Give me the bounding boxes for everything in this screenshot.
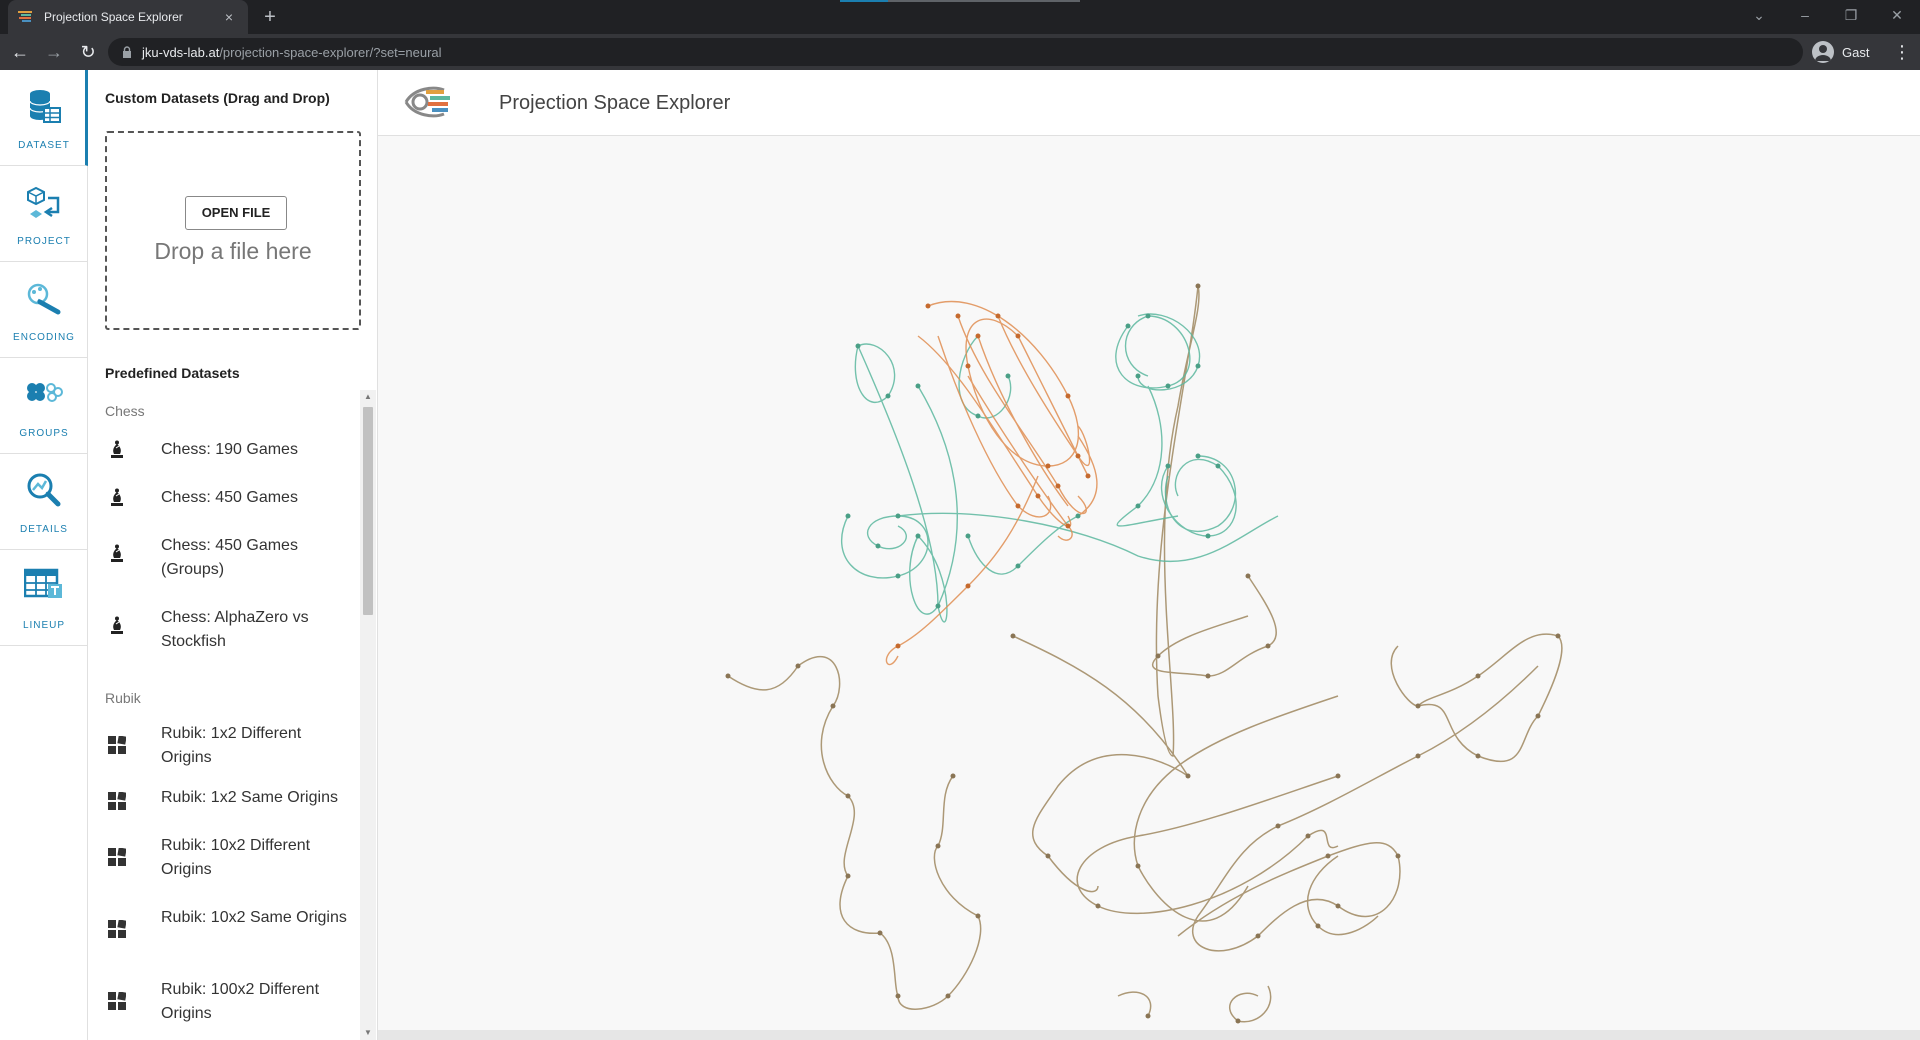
scrollbar-thumb[interactable] (363, 407, 373, 615)
url-host: jku-vds-lab.at (142, 44, 220, 60)
chess-bishop-icon (111, 616, 123, 634)
dataset-item-label: Rubik: 100x2 Different Origins (161, 981, 320, 1022)
olive-trajectory (727, 285, 1563, 1023)
dataset-item-label: Rubik: 1x2 Same Origins (161, 789, 338, 806)
custom-datasets-heading: Custom Datasets (Drag and Drop) (105, 90, 330, 106)
projection-canvas[interactable] (378, 136, 1920, 1040)
lock-icon (123, 46, 131, 58)
teal-trajectory (841, 313, 1279, 623)
rubik-cube-icon (108, 848, 126, 866)
dataset-item[interactable]: Rubik: 100x2 Different Origins (88, 974, 360, 1030)
app-header: Projection Space Explorer (378, 70, 1920, 136)
forward-icon[interactable]: → (40, 38, 68, 66)
minimize-icon[interactable]: – (1782, 0, 1828, 34)
nav-label: GROUPS (19, 428, 69, 439)
profile-name: Gast (1842, 44, 1870, 60)
dataset-item-label: Rubik: 10x2 Different Origins (161, 837, 311, 878)
dataset-item-label: Rubik: 1x2 Different Origins (161, 725, 302, 766)
scroll-down-icon[interactable]: ▼ (360, 1026, 376, 1040)
address-bar[interactable]: jku-vds-lab.at/projection-space-explorer… (108, 38, 1803, 66)
dataset-item-label: Rubik: 10x2 Same Origins (161, 909, 347, 926)
lineup-icon (24, 568, 62, 598)
nav-item-dataset[interactable]: DATASET (0, 70, 88, 166)
close-window-icon[interactable]: ✕ (1874, 0, 1920, 34)
dataset-item[interactable]: Chess: 450 Games (88, 482, 360, 522)
dataset-item-label: Chess: 450 Games (161, 489, 298, 506)
new-tab-button[interactable]: + (258, 5, 282, 29)
dataset-group-heading: Rubik (105, 690, 141, 706)
encoding-icon (27, 283, 61, 315)
nav-label: DATASET (18, 140, 70, 151)
window-controls: ⌄ – ❐ ✕ (1736, 0, 1920, 34)
dataset-item[interactable]: Chess: AlphaZero vs Stockfish (88, 602, 360, 658)
dataset-item-label: Chess: 450 Games (Groups) (161, 537, 298, 578)
dataset-icon (29, 90, 61, 123)
browser-tab[interactable]: Projection Space Explorer × (8, 0, 248, 34)
rubik-cube-icon (108, 920, 126, 938)
dataset-group-heading: Chess (105, 403, 145, 419)
dataset-item[interactable]: Chess: 450 Games (Groups) (88, 530, 360, 586)
dataset-item[interactable]: Rubik: 10x2 Same Origins (88, 902, 360, 958)
orange-trajectory (885, 300, 1098, 666)
nav-item-encoding[interactable]: ENCODING (0, 262, 88, 358)
details-icon (27, 473, 61, 507)
project-icon (27, 186, 60, 218)
page-title: Projection Space Explorer (499, 92, 731, 114)
dataset-list: Chess Chess: 190 Games Chess: 450 Games … (88, 390, 360, 1040)
dataset-item-label: Chess: 190 Games (161, 441, 298, 458)
canvas-horizontal-scrollbar[interactable] (378, 1030, 1920, 1040)
nav-item-details[interactable]: DETAILS (0, 454, 88, 550)
drop-hint: Drop a file here (154, 238, 312, 264)
app-favicon-icon (18, 11, 32, 22)
dataset-item[interactable]: Rubik: 1x2 Same Origins (88, 782, 360, 822)
dataset-list-scrollbar[interactable]: ▲ ▼ (360, 390, 376, 1040)
close-tab-icon[interactable]: × (220, 9, 238, 25)
tab-indicator (840, 0, 888, 2)
projection-plot[interactable] (378, 136, 1920, 1030)
nav-label: PROJECT (17, 236, 71, 247)
nav-label: ENCODING (13, 332, 75, 343)
rubik-cube-icon (108, 736, 126, 754)
groups-icon (27, 383, 63, 402)
browser-menu-icon[interactable]: ⋮ (1890, 38, 1914, 66)
rubik-cube-icon (108, 792, 126, 810)
browser-toolbar: ← → ↻ jku-vds-lab.at/projection-space-ex… (0, 34, 1920, 70)
predefined-datasets-heading: Predefined Datasets (105, 365, 240, 381)
nav-item-project[interactable]: PROJECT (0, 166, 88, 262)
chess-bishop-icon (111, 544, 123, 562)
tab-indicator (888, 0, 1080, 2)
nav-item-lineup[interactable]: LINEUP (0, 550, 88, 646)
nav-label: LINEUP (22, 620, 66, 631)
tab-search-icon[interactable]: ⌄ (1736, 0, 1782, 34)
nav-rail: DATASET PROJECT ENCODING GROUPS DETAILS … (0, 70, 88, 1040)
browser-tab-strip: Projection Space Explorer × + ⌄ – ❐ ✕ (0, 0, 1920, 34)
nav-item-groups[interactable]: GROUPS (0, 358, 88, 454)
app-root: DATASET PROJECT ENCODING GROUPS DETAILS … (0, 70, 1920, 1040)
chess-bishop-icon (111, 440, 123, 458)
back-icon[interactable]: ← (6, 38, 34, 66)
dataset-panel: Custom Datasets (Drag and Drop) OPEN FIL… (88, 70, 378, 1040)
dataset-item[interactable]: Chess: 190 Games (88, 434, 360, 474)
avatar-icon (1812, 41, 1834, 63)
dataset-item[interactable]: Rubik: 1x2 Different Origins (88, 718, 360, 774)
open-file-button[interactable]: OPEN FILE (185, 196, 287, 230)
file-drop-zone[interactable]: OPEN FILE Drop a file here (105, 131, 361, 330)
nav-label: DETAILS (20, 524, 68, 535)
scroll-up-icon[interactable]: ▲ (360, 390, 376, 404)
profile-button[interactable]: Gast (1812, 38, 1869, 66)
restore-icon[interactable]: ❐ (1828, 0, 1874, 34)
dataset-item-label: Chess: AlphaZero vs Stockfish (161, 609, 309, 650)
rubik-cube-icon (108, 992, 126, 1010)
tab-title: Projection Space Explorer (44, 10, 183, 24)
reload-icon[interactable]: ↻ (74, 38, 102, 66)
url-path: /projection-space-explorer/?set=neural (219, 44, 442, 60)
dataset-item[interactable]: Rubik: 10x2 Different Origins (88, 830, 360, 886)
chess-bishop-icon (111, 488, 123, 506)
app-logo-icon (404, 86, 450, 118)
